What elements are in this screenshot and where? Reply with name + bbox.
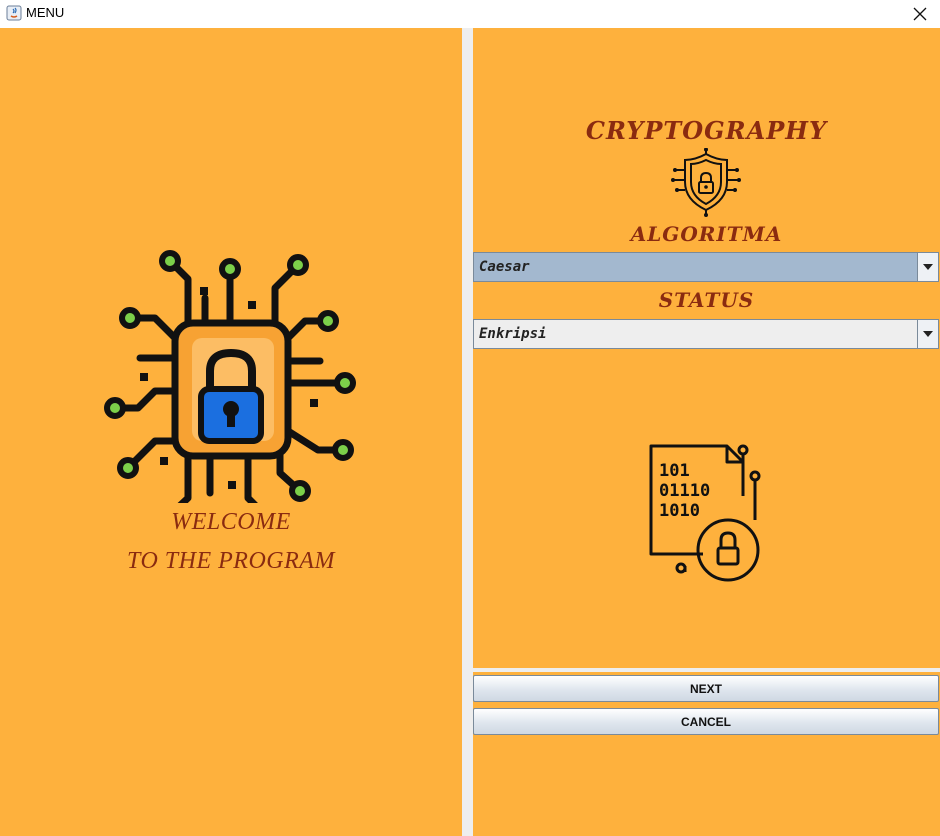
next-button[interactable]: NEXT: [473, 675, 939, 702]
binary-document-lock-icon: 101 01110 1010: [649, 444, 761, 582]
shield-lock-icon: [671, 148, 741, 217]
chevron-down-icon: [923, 331, 933, 337]
java-icon: [6, 5, 22, 21]
welcome-text-line2: TO THE PROGRAM: [127, 548, 335, 574]
welcome-panel: WELCOME TO THE PROGRAM: [0, 28, 462, 836]
status-dropdown-button[interactable]: [917, 320, 938, 348]
algorithm-label: ALGORITMA: [630, 222, 783, 246]
algorithm-select-value: Caesar: [479, 259, 530, 275]
cancel-button[interactable]: CANCEL: [473, 708, 939, 735]
binary-line-1: 101: [659, 461, 690, 481]
status-select[interactable]: Enkripsi: [473, 319, 939, 349]
binary-line-3: 1010: [659, 501, 700, 521]
close-icon: [913, 7, 927, 21]
algorithm-dropdown-button[interactable]: [917, 253, 938, 281]
close-button[interactable]: [900, 0, 940, 28]
status-label: STATUS: [658, 288, 755, 312]
window-titlebar: MENU: [0, 0, 940, 28]
window-title: MENU: [26, 5, 65, 20]
circuit-lock-icon: [104, 250, 356, 503]
binary-line-2: 01110: [659, 481, 710, 501]
app-title: CRYPTOGRAPHY: [585, 116, 828, 145]
chevron-down-icon: [923, 264, 933, 270]
welcome-text-line1: WELCOME: [171, 509, 291, 535]
algorithm-select[interactable]: Caesar: [473, 252, 939, 282]
panel-divider: [462, 28, 473, 836]
status-select-value: Enkripsi: [479, 326, 547, 342]
